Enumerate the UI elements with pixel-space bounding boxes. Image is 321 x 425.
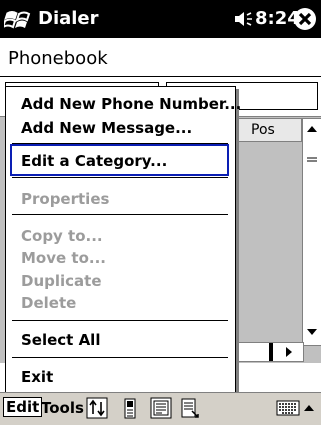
page-title: Phonebook — [8, 48, 108, 69]
menu-item-edit-category[interactable]: Edit a Category... — [21, 152, 167, 170]
column-header-label: Pos — [251, 122, 275, 138]
menu-item-add-message[interactable]: Add New Message... — [21, 119, 192, 137]
menu-item-move-to[interactable]: Move to... — [21, 249, 106, 267]
menu-item-add-phone-number[interactable]: Add New Phone Number... — [21, 95, 241, 113]
vertical-scrollbar[interactable] — [302, 118, 321, 346]
menu-item-delete[interactable]: Delete — [21, 294, 76, 312]
menu-item-select-all[interactable]: Select All — [21, 331, 100, 349]
windows-flag-icon[interactable] — [4, 5, 32, 33]
scroll-thumb[interactable] — [303, 149, 321, 171]
menu-item-copy-to[interactable]: Copy to... — [21, 227, 103, 245]
phone-icon[interactable] — [119, 396, 141, 420]
menu-separator — [12, 177, 228, 178]
input-panel-arrow-icon[interactable] — [302, 401, 316, 415]
edit-menu: Add New Phone Number... Add New Message.… — [5, 86, 241, 394]
menu-item-exit[interactable]: Exit — [21, 368, 53, 386]
card-view-icon[interactable] — [150, 396, 172, 420]
menu-item-duplicate[interactable]: Duplicate — [21, 272, 102, 290]
app-title: Dialer — [38, 8, 99, 29]
dial-icon[interactable] — [179, 396, 201, 420]
menu-separator — [12, 320, 228, 321]
horizontal-scrollbar[interactable] — [236, 342, 304, 362]
menu-separator — [12, 357, 228, 358]
scroll-right-icon[interactable] — [277, 343, 301, 361]
menu-item-properties[interactable]: Properties — [21, 190, 109, 208]
hscroll-thumb[interactable] — [269, 343, 273, 361]
menu-separator — [12, 214, 228, 215]
command-bar: Edit Tools — [0, 392, 321, 425]
close-icon[interactable] — [293, 7, 317, 31]
scroll-up-icon[interactable] — [303, 119, 321, 139]
speaker-icon[interactable] — [233, 10, 253, 28]
sort-icon[interactable] — [86, 396, 108, 420]
tools-menu-button[interactable]: Tools — [41, 399, 84, 417]
edit-menu-button[interactable]: Edit — [3, 397, 43, 417]
header-divider — [0, 76, 321, 77]
scroll-down-icon[interactable] — [303, 321, 321, 343]
column-header-pos[interactable]: Pos — [236, 118, 302, 142]
keyboard-icon[interactable] — [276, 399, 300, 417]
title-bar: Dialer 8:24 — [0, 0, 321, 38]
